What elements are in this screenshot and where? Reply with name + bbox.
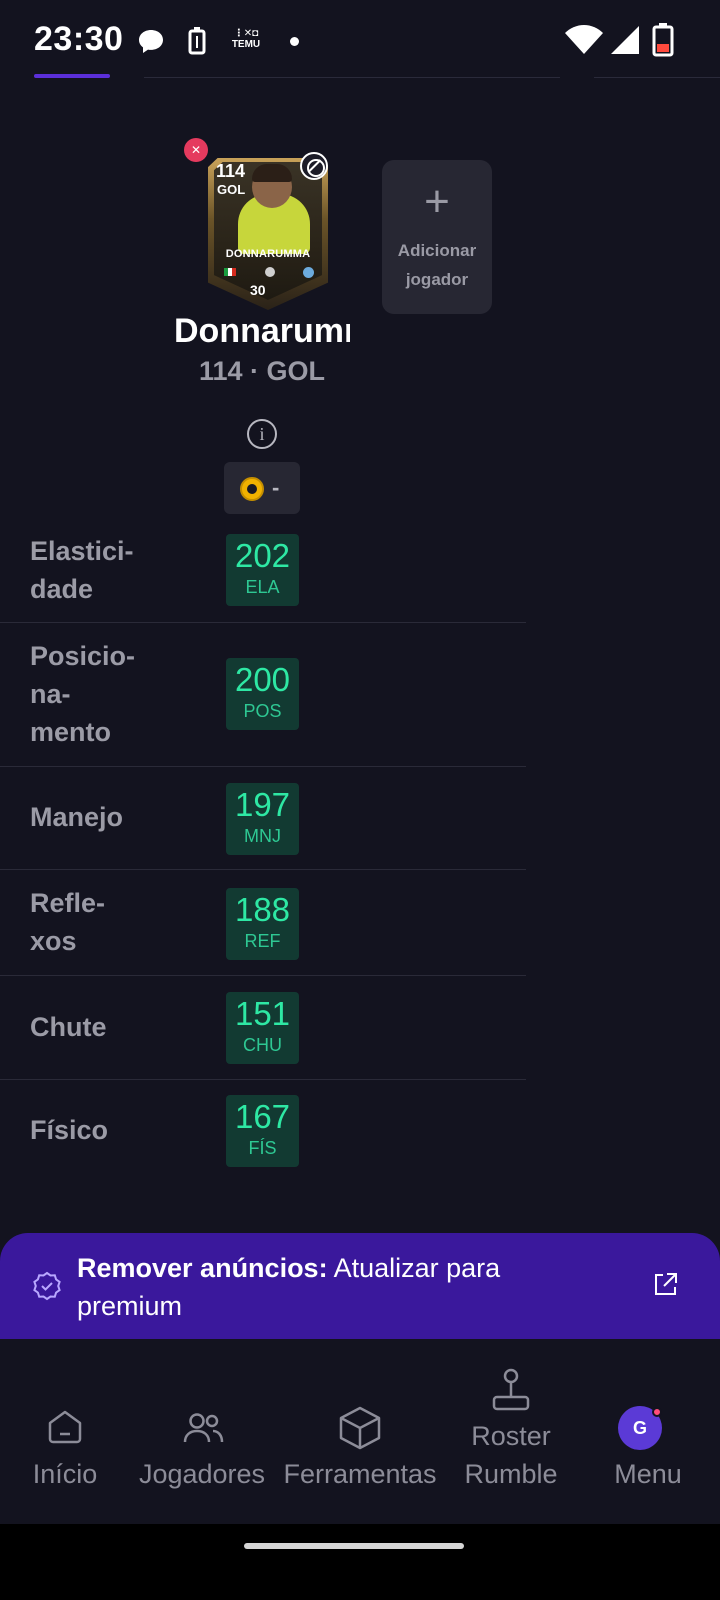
card-flags bbox=[224, 266, 314, 278]
users-icon bbox=[183, 1413, 224, 1443]
premium-banner[interactable]: Remover anúncios: Atualizar para premium bbox=[0, 1233, 720, 1339]
card-chemistry: 30 bbox=[250, 282, 266, 298]
stat-chip: 202 ELA bbox=[226, 534, 299, 606]
verified-badge-icon bbox=[33, 1271, 61, 1301]
stat-abbr: POS bbox=[243, 701, 282, 721]
chemistry-value: - bbox=[272, 475, 280, 500]
nav-label: Ferramentas bbox=[283, 1459, 437, 1489]
joystick-icon bbox=[492, 1368, 530, 1411]
battery-saver-icon bbox=[188, 27, 206, 55]
info-icon[interactable]: i bbox=[247, 419, 277, 449]
stat-chip: 188 REF bbox=[226, 888, 299, 960]
stat-chip: 151 CHU bbox=[226, 992, 299, 1064]
stat-row: Manejo 197 MNJ bbox=[0, 767, 526, 870]
notification-dot-icon bbox=[652, 1407, 662, 1417]
stat-chip: 167 FÍS bbox=[226, 1095, 299, 1167]
untradeable-icon bbox=[300, 152, 328, 180]
stat-chip: 197 MNJ bbox=[226, 783, 299, 855]
player-name: Donnarumma bbox=[174, 312, 350, 350]
stat-row: Chute 151 CHU bbox=[0, 976, 526, 1080]
stat-label: Elastici- dade bbox=[30, 536, 134, 604]
gesture-area bbox=[0, 1524, 720, 1600]
stat-row: Refle- xos 188 REF bbox=[0, 870, 526, 976]
stat-label: Manejo bbox=[30, 802, 124, 832]
card-rating: 114 bbox=[216, 161, 246, 181]
stat-chip: 200 POS bbox=[226, 658, 299, 730]
premium-text: Remover anúncios: Atualizar para premium bbox=[77, 1249, 597, 1325]
signal-icon bbox=[611, 26, 639, 54]
stat-abbr: REF bbox=[244, 931, 281, 951]
stat-value: 151 bbox=[234, 995, 291, 1032]
chemistry-style-selector[interactable]: - bbox=[224, 462, 300, 514]
box-icon bbox=[339, 1406, 381, 1450]
nav-label: Roster Rumble bbox=[464, 1421, 558, 1489]
card-name: DONNARUMMA bbox=[225, 248, 311, 260]
stat-row: Físico 167 FÍS bbox=[0, 1080, 526, 1184]
stat-label: Físico bbox=[30, 1115, 109, 1145]
club-crest-icon bbox=[303, 266, 314, 278]
home-icon bbox=[48, 1410, 82, 1444]
stat-abbr: MNJ bbox=[244, 826, 281, 846]
stat-value: 188 bbox=[234, 891, 291, 928]
add-player-label: Adicionar jogador bbox=[397, 241, 477, 289]
player-subtitle: 114 · GOL bbox=[199, 356, 326, 386]
player-hair-image bbox=[252, 164, 292, 182]
chemistry-coin-icon bbox=[240, 477, 264, 501]
battery-low-icon bbox=[652, 23, 674, 57]
gesture-bar[interactable] bbox=[244, 1543, 464, 1549]
stat-label: Refle- xos bbox=[30, 888, 106, 956]
stat-label: Chute bbox=[30, 1012, 107, 1042]
notification-dot-icon bbox=[290, 37, 299, 46]
divider bbox=[594, 77, 720, 78]
divider bbox=[144, 77, 560, 78]
status-bar: 23:30 ⋮✕◘ TEMU bbox=[0, 0, 720, 78]
nav-label: Início bbox=[32, 1459, 98, 1489]
plus-icon: + bbox=[424, 177, 450, 226]
stat-value: 197 bbox=[234, 786, 291, 823]
stat-label: Posicio- na- mento bbox=[30, 641, 136, 747]
stat-value: 202 bbox=[234, 537, 291, 574]
stat-row: Posicio- na- mento 200 POS bbox=[0, 623, 526, 767]
chat-bubble-icon bbox=[139, 30, 163, 53]
italy-flag-icon bbox=[224, 268, 236, 276]
stat-abbr: ELA bbox=[245, 577, 280, 597]
stat-row: Elastici- dade 202 ELA bbox=[0, 520, 526, 623]
stat-abbr: CHU bbox=[243, 1035, 282, 1055]
stat-value: 200 bbox=[234, 661, 291, 698]
stat-value: 167 bbox=[234, 1098, 291, 1135]
bottom-nav: Início Jogadores Ferramentas Roster Rumb… bbox=[0, 1339, 720, 1524]
nav-label: Jogadores bbox=[138, 1459, 266, 1489]
nav-item-jogadores[interactable]: Jogadores bbox=[130, 1339, 274, 1524]
nav-label: Menu bbox=[614, 1459, 682, 1489]
card-position: GOL bbox=[217, 182, 246, 197]
status-time: 23:30 bbox=[34, 20, 124, 58]
league-crest-icon bbox=[264, 267, 275, 277]
temu-icon: ⋮✕◘ TEMU bbox=[231, 28, 261, 50]
tab-indicator bbox=[34, 74, 110, 78]
external-link-icon[interactable] bbox=[652, 1272, 678, 1298]
nav-item-inicio[interactable]: Início bbox=[0, 1339, 130, 1524]
remove-icon[interactable]: ✕ bbox=[184, 138, 208, 162]
add-player-button[interactable]: + Adicionar jogador bbox=[382, 160, 492, 314]
nav-item-ferramentas[interactable]: Ferramentas bbox=[274, 1339, 446, 1524]
nav-item-roster-rumble[interactable]: Roster Rumble bbox=[446, 1339, 576, 1524]
stat-abbr: FÍS bbox=[248, 1138, 277, 1158]
premium-bold-label: Remover anúncios: bbox=[77, 1253, 328, 1283]
wifi-icon bbox=[565, 25, 603, 54]
